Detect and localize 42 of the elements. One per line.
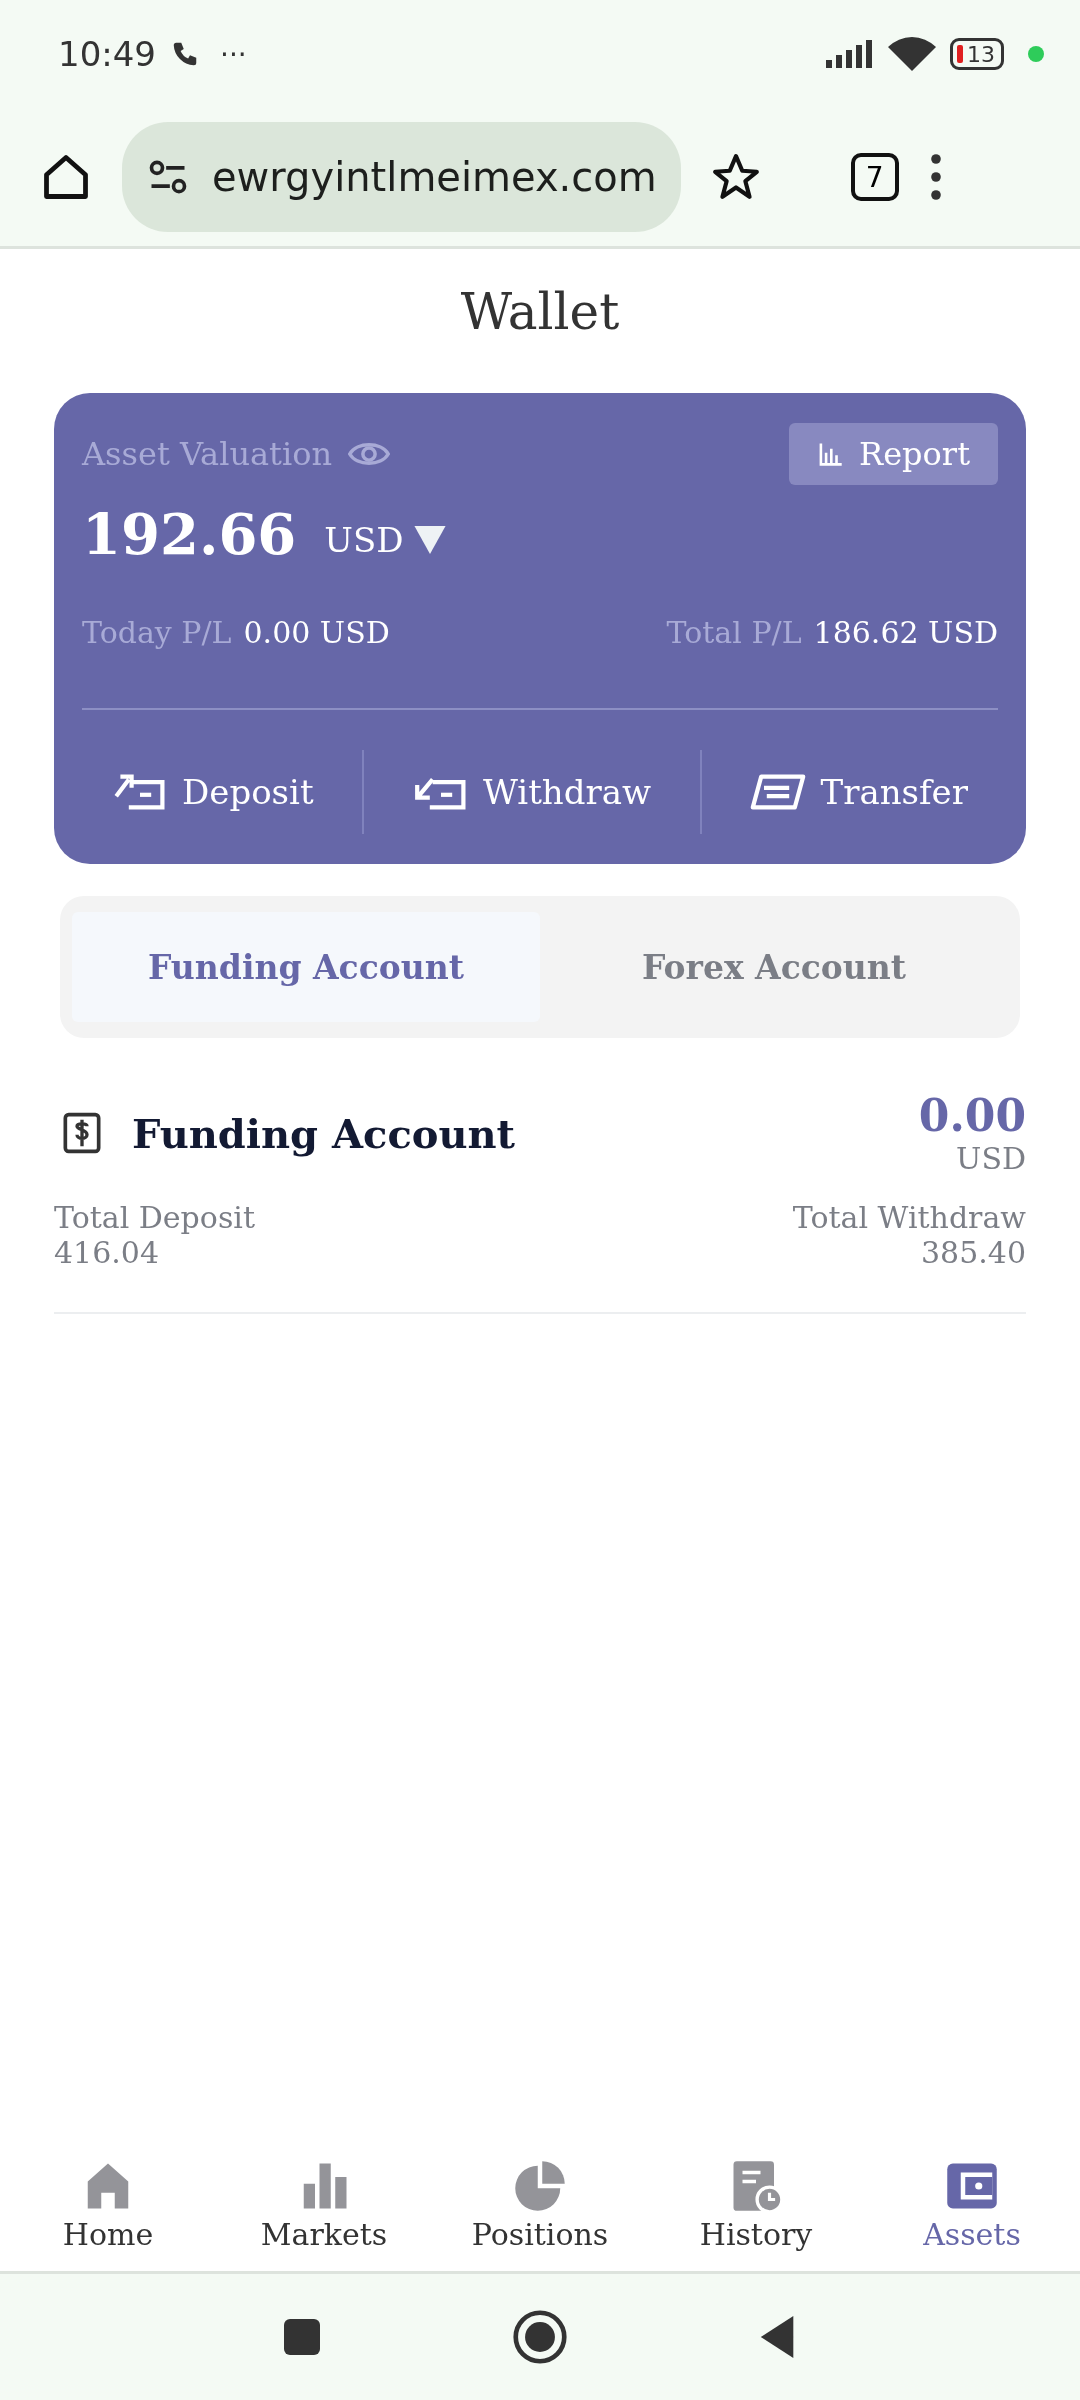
signal-icon [826,40,874,68]
dollar-icon [62,1111,102,1155]
address-bar[interactable]: ewrgyintlmeimex.com [122,122,681,232]
asset-label: Asset Valuation [82,435,333,473]
withdraw-button[interactable]: Withdraw [382,771,682,813]
status-time: 10:49 [58,34,156,74]
total-pl-label: Total P/L [666,615,802,650]
asset-amount: 192.66 [82,501,297,567]
deposit-button[interactable]: Deposit [82,771,344,813]
recents-icon[interactable] [282,2317,322,2357]
battery-icon: 13 [950,38,1004,70]
balance-currency: USD [956,1141,1026,1176]
account-tab[interactable]: Funding Account [72,912,540,1022]
tab-count-button[interactable]: 7 [850,153,899,201]
transfer-button[interactable]: Transfer [720,771,998,813]
today-pl-value: 0.00 USD [243,615,390,650]
account-balance: 0.00 [918,1090,1026,1141]
markets-tab[interactable]: Markets [224,2157,424,2253]
bar-chart-icon [817,441,844,467]
home-button-icon[interactable] [512,2309,568,2365]
total-deposit-value: 416.04 [54,1235,160,1270]
pie-chart-icon [513,2158,567,2213]
account-tab[interactable]: Forex Account [540,912,1008,1022]
wifi-icon [888,37,936,71]
caret-icon [413,526,446,554]
star-icon[interactable] [710,152,761,202]
home-tab[interactable]: Home [8,2157,208,2253]
history-tab[interactable]: History [656,2157,856,2253]
currency-selector[interactable]: USD [324,520,446,560]
more-notifications: ··· [220,37,247,71]
total-deposit-label: Total Deposit [54,1200,255,1235]
report-button[interactable]: Report [789,423,998,485]
positions-tab[interactable]: Positions [440,2157,640,2253]
page-title: Wallet [459,283,621,341]
total-withdraw-value: 385.40 [921,1235,1026,1270]
menu-icon[interactable] [928,153,943,201]
today-pl-label: Today P/L [82,615,232,650]
assets-tab[interactable]: Assets [872,2157,1072,2253]
total-pl-value: 186.62 USD [813,615,998,650]
account-title: Funding Account [132,1109,516,1157]
total-withdraw-label: Total Withdraw [792,1200,1026,1235]
privacy-dot [1028,46,1044,62]
